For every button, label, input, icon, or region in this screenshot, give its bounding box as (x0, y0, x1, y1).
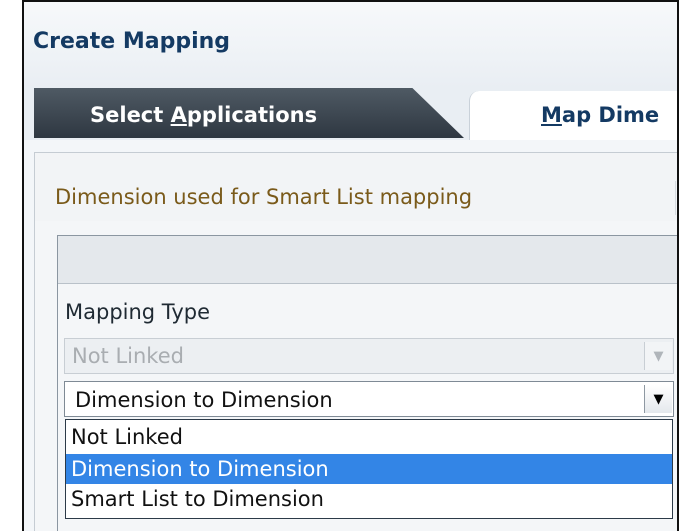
title-bar: Create Mapping (24, 2, 677, 88)
tab-label: Select Applications (90, 103, 318, 127)
select-value: Dimension to Dimension (75, 388, 333, 412)
divider (675, 181, 676, 215)
tab-label: Map Dime (541, 103, 660, 127)
option-not-linked[interactable]: Not Linked (66, 422, 672, 452)
mapping-type-dropdown-list: Not Linked Dimension to Dimension Smart … (65, 419, 673, 519)
section-title: Dimension used for Smart List mapping (55, 185, 473, 209)
dialog-frame: Create Mapping Select Applications Map D… (22, 0, 679, 531)
tab-map-dimensions[interactable]: Map Dime (469, 91, 677, 140)
panel-header-band (58, 236, 677, 284)
content-area: Dimension used for Smart List mapping Ma… (34, 152, 677, 531)
mapping-type-label: Mapping Type (65, 300, 211, 324)
mapping-panel: Mapping Type Not Linked ▼ Dimension to D… (57, 235, 677, 531)
tab-strip: Select Applications Map Dime (24, 88, 677, 140)
option-dimension-to-dimension[interactable]: Dimension to Dimension (66, 454, 672, 484)
chevron-down-icon: ▼ (644, 342, 672, 370)
dialog-title: Create Mapping (33, 29, 231, 54)
option-smart-list-to-dimension[interactable]: Smart List to Dimension (66, 484, 672, 514)
mapping-type-select[interactable]: Dimension to Dimension ▼ (64, 381, 674, 417)
mapping-type-select-disabled: Not Linked ▼ (64, 338, 674, 374)
chevron-down-icon[interactable]: ▼ (644, 385, 672, 413)
select-value: Not Linked (72, 344, 184, 368)
tab-select-applications[interactable]: Select Applications (34, 88, 464, 138)
section-header: Dimension used for Smart List mapping (35, 153, 677, 221)
